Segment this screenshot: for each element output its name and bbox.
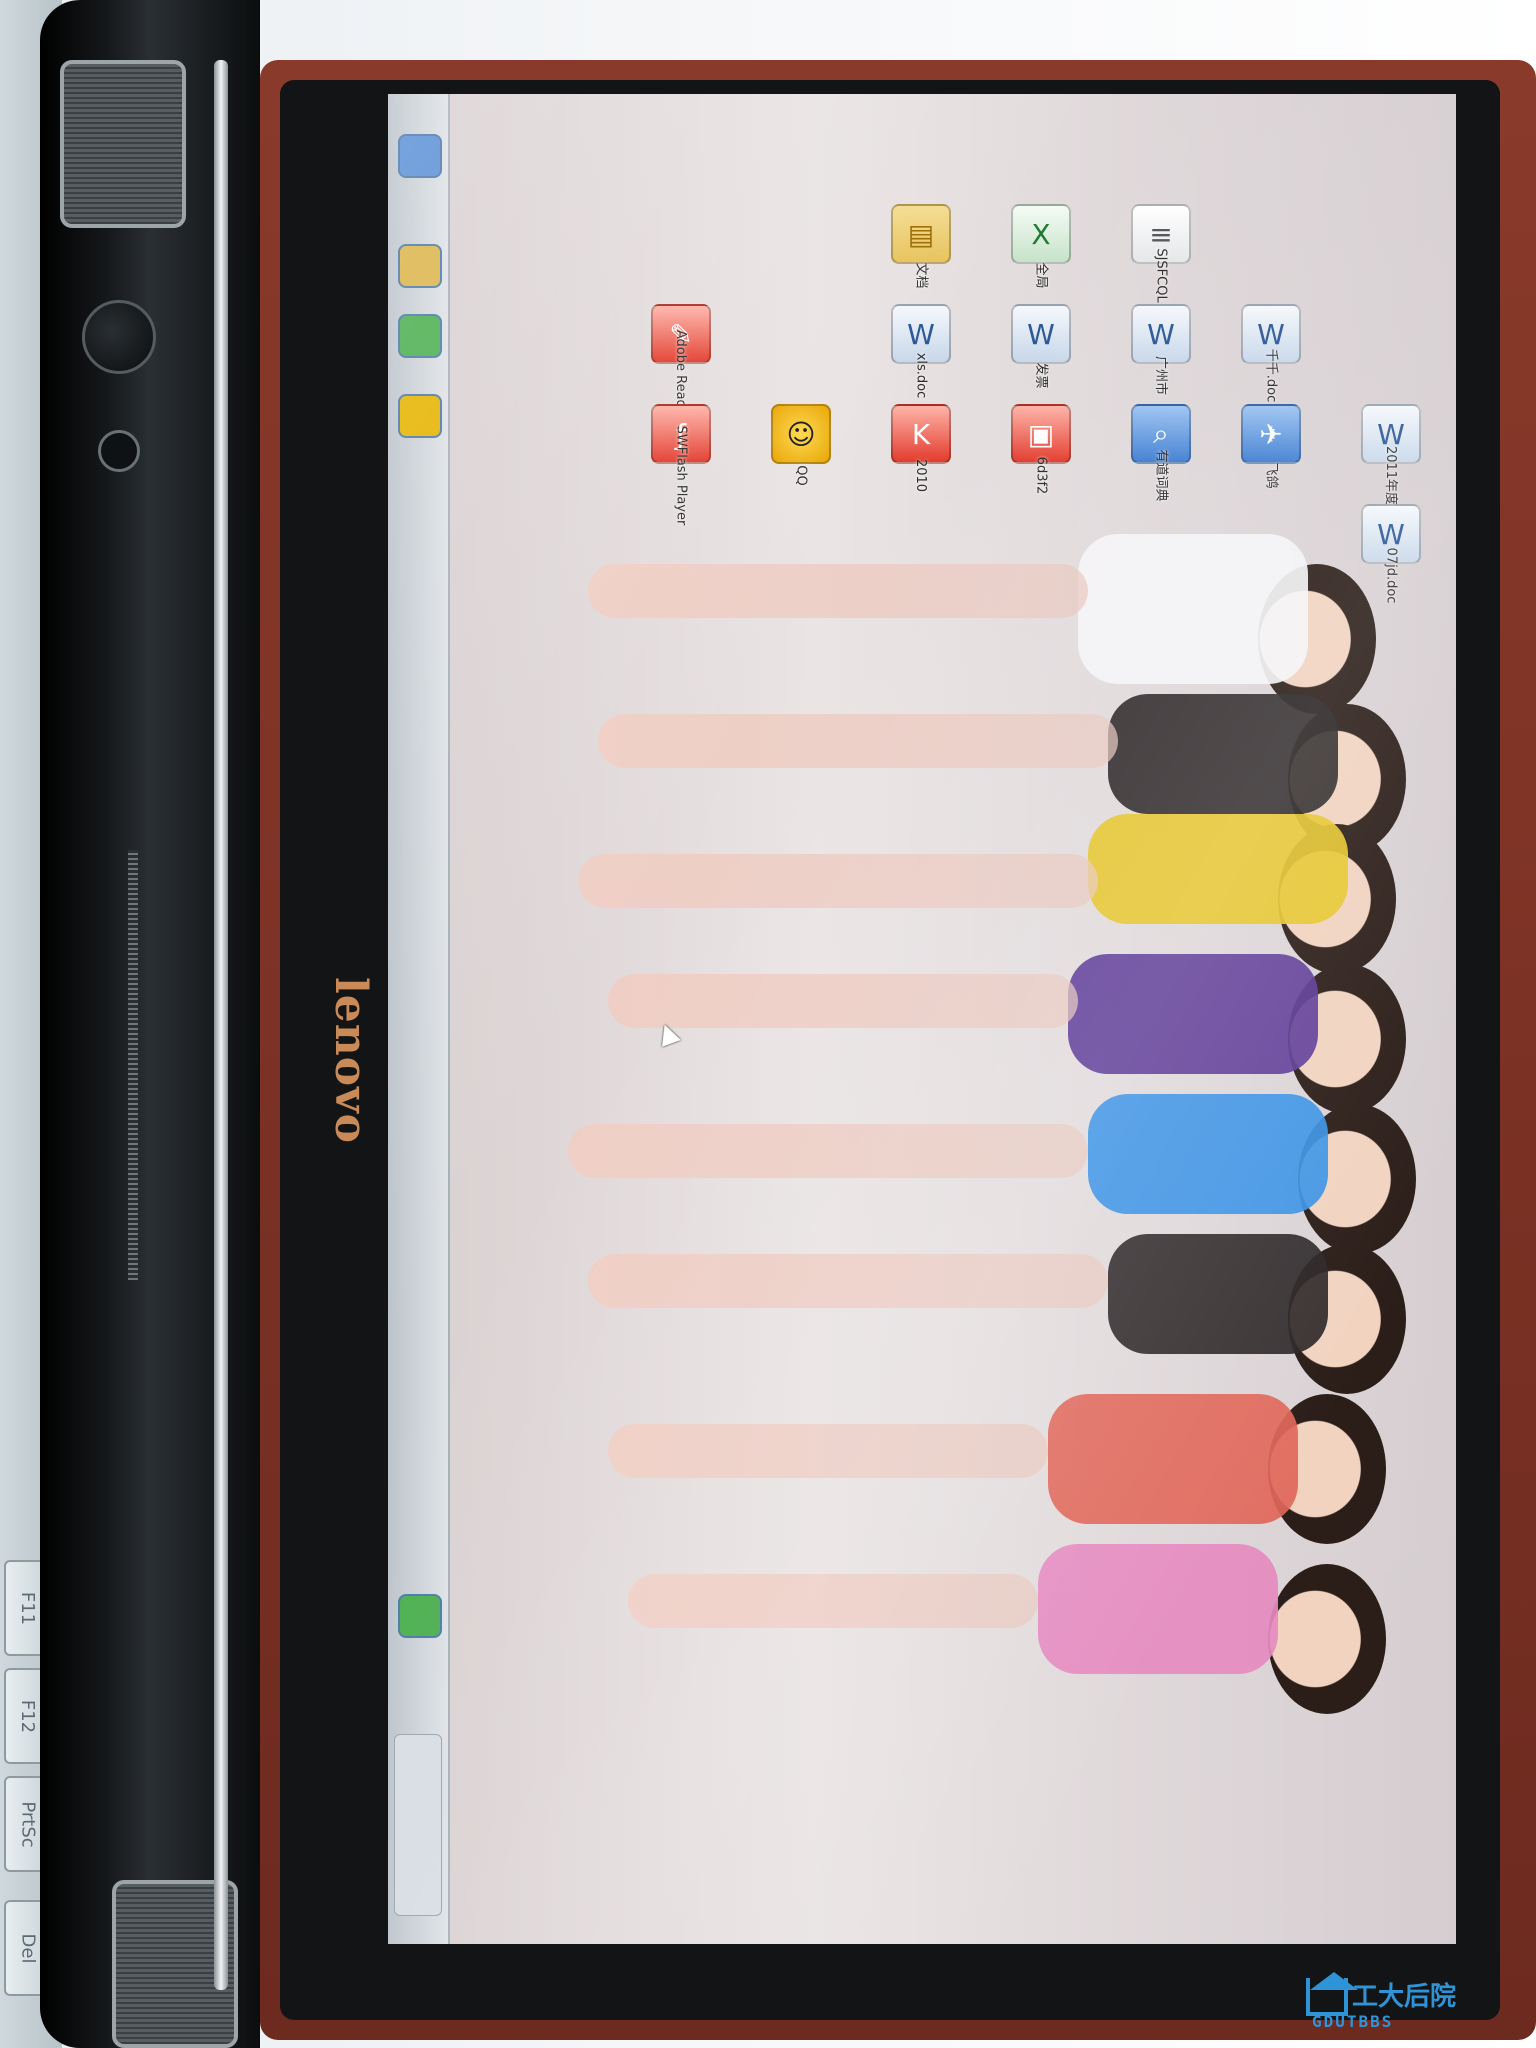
desktop-icon[interactable]: W xls.doc xyxy=(878,304,964,398)
chrome-trim xyxy=(214,60,228,1990)
start-orb-icon[interactable] xyxy=(398,134,442,178)
system-tray[interactable] xyxy=(394,1734,442,1916)
application-icon: K xyxy=(891,404,951,464)
brand-logo-text: lenovo xyxy=(324,976,376,1144)
desktop-icon[interactable]: ▤ 文档 xyxy=(878,204,964,289)
watermark-title: 工大后院 xyxy=(1352,1982,1457,2012)
watermark-subtitle: GDUTBBS xyxy=(1312,2012,1394,2031)
desktop-icon[interactable]: ✎ Adobe Reader xyxy=(638,304,724,421)
speaker-grille xyxy=(128,850,138,1280)
site-watermark: 工大后院 GDUTBBS xyxy=(1300,1972,1510,2036)
qq-icon: ☺ xyxy=(771,404,831,464)
brand-logo: lenovo xyxy=(300,950,400,1170)
desktop-icon[interactable]: ≡ SJSFCQL xyxy=(1118,204,1204,303)
qq-taskbar-icon[interactable] xyxy=(398,394,442,438)
speaker-top xyxy=(60,60,186,228)
folder-icon: ▤ xyxy=(891,204,951,264)
desktop-icon[interactable]: W 千千.doc xyxy=(1228,304,1314,402)
desktop-icon[interactable]: ƒ SWFlash Player xyxy=(638,404,724,525)
desktop-icon[interactable]: W 广州市 xyxy=(1118,304,1204,395)
desktop-icon[interactable]: ⌕ 有道词典 xyxy=(1118,404,1204,502)
desktop-icon[interactable]: X 全局 xyxy=(998,204,1084,289)
excel-document-icon: X xyxy=(1011,204,1071,264)
screen: W 07jd.doc W 2011年度 ✈ 飞鸽 W 千千.doc ⌕ 有道词典… xyxy=(388,94,1456,1944)
power-button[interactable] xyxy=(82,300,156,374)
desktop-icon[interactable]: ☺ QQ xyxy=(758,404,844,486)
browser-icon[interactable] xyxy=(398,314,442,358)
desktop-icon[interactable]: W 07jd.doc xyxy=(1348,504,1434,603)
desktop-icon[interactable]: W 2011年度 xyxy=(1348,404,1434,505)
application-icon: ▣ xyxy=(1011,404,1071,464)
word-document-icon: W xyxy=(1011,304,1071,364)
taskbar xyxy=(388,94,450,1944)
desktop-icon[interactable]: W 发票 xyxy=(998,304,1084,389)
desktop-icon[interactable]: K 2010 xyxy=(878,404,964,492)
tray-app-icon[interactable] xyxy=(398,1594,442,1638)
desktop-icon[interactable]: ✈ 飞鸽 xyxy=(1228,404,1314,489)
house-logo-icon xyxy=(1306,1972,1358,2016)
laptop-photo: F11 F12 PrtSc Del lenovo W 07jd.doc W 20… xyxy=(0,0,1536,2048)
explorer-icon[interactable] xyxy=(398,244,442,288)
function-button[interactable] xyxy=(98,430,140,472)
desktop-icon[interactable]: ▣ 6d3f2 xyxy=(998,404,1084,494)
messenger-app-icon: ✈ xyxy=(1241,404,1301,464)
